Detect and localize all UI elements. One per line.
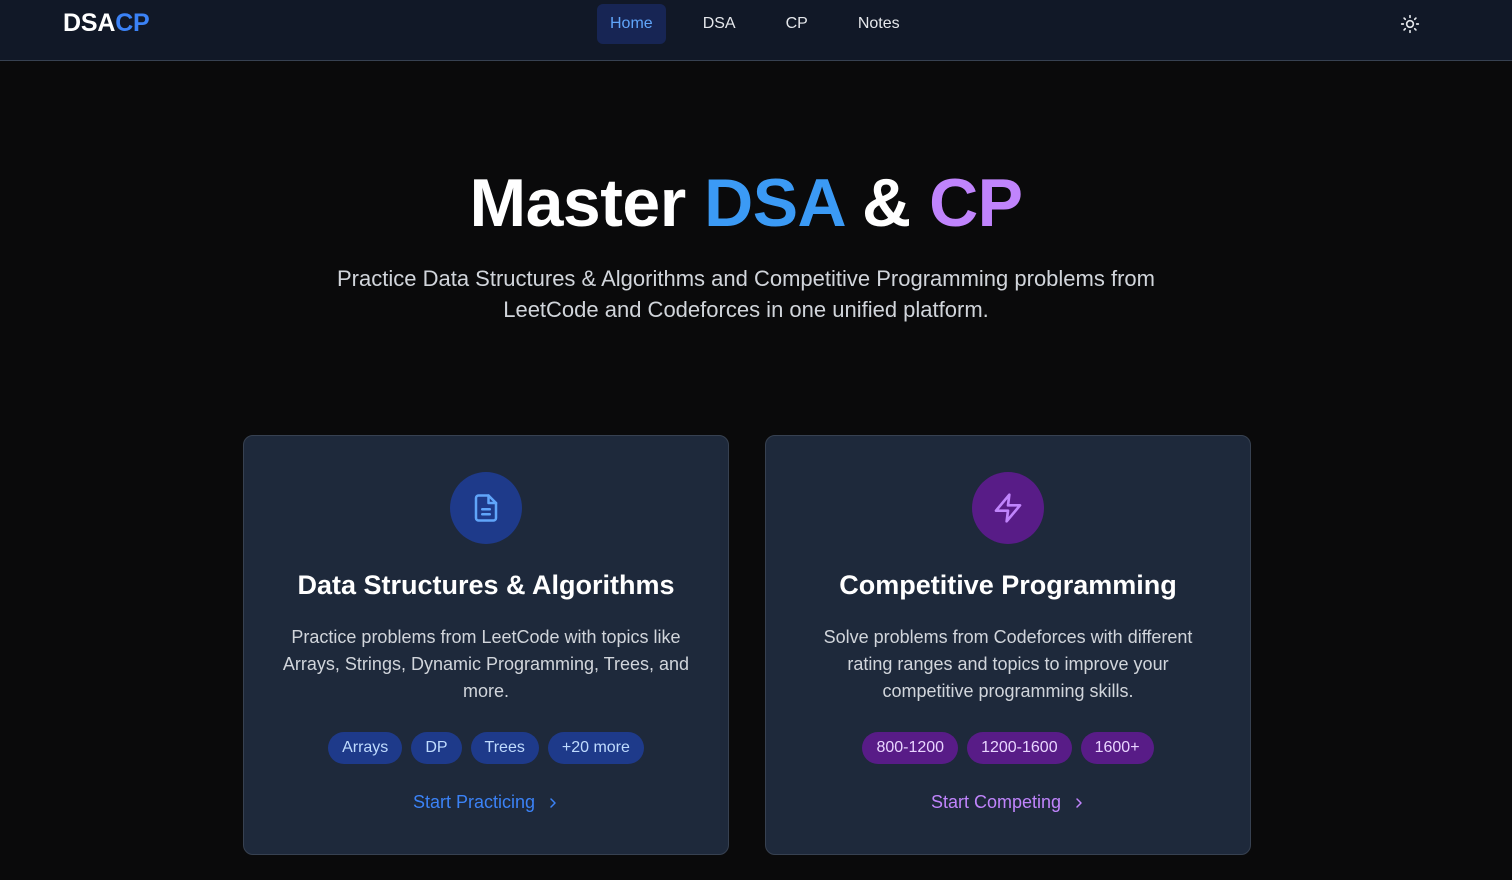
document-icon xyxy=(474,494,498,522)
dsa-card-description: Practice problems from LeetCode with top… xyxy=(276,624,696,705)
dsa-card[interactable]: Data Structures & Algorithms Practice pr… xyxy=(243,435,729,855)
start-competing-link[interactable]: Start Competing xyxy=(766,792,1250,813)
cp-rating-tags: 800-1200 1200-1600 1600+ xyxy=(766,732,1250,764)
nav-links: Home DSA CP Notes xyxy=(597,4,937,44)
hero-title-dsa: DSA xyxy=(704,165,844,241)
cp-card-description: Solve problems from Codeforces with diff… xyxy=(798,624,1218,705)
start-competing-label: Start Competing xyxy=(930,792,1062,812)
theme-toggle-button[interactable] xyxy=(1398,12,1422,36)
nav-dsa[interactable]: DSA xyxy=(690,4,749,44)
description-line: Practice problems from LeetCode with top… xyxy=(291,627,681,647)
description-line: competitive programming skills. xyxy=(882,681,1134,701)
dsa-card-icon-circle xyxy=(450,472,522,544)
dsa-topic-tags: Arrays DP Trees +20 more xyxy=(244,732,728,764)
hero-subtitle-line: Practice Data Structures & Algorithms an… xyxy=(337,266,1155,291)
start-practicing-label: Start Practicing xyxy=(412,792,536,812)
cp-card[interactable]: Competitive Programming Solve problems f… xyxy=(765,435,1251,855)
hero-subtitle-line: LeetCode and Codeforces in one unified p… xyxy=(503,297,989,322)
hero-title-amp: & xyxy=(862,165,911,241)
hero-title: Master DSA & CP xyxy=(0,163,1492,243)
tag-more: +20 more xyxy=(547,732,644,764)
hero-subtitle: Practice Data Structures & Algorithms an… xyxy=(0,263,1492,325)
lightning-icon xyxy=(994,493,1022,523)
navbar: DSACP Home DSA CP Notes xyxy=(0,0,1512,61)
logo-cp: CP xyxy=(115,9,150,37)
chevron-right-icon xyxy=(550,797,556,808)
dsa-card-title: Data Structures & Algorithms xyxy=(297,570,675,600)
nav-home[interactable]: Home xyxy=(597,4,666,44)
sun-icon xyxy=(1400,14,1420,34)
logo-dsa: DSA xyxy=(63,9,116,37)
start-practicing-link[interactable]: Start Practicing xyxy=(244,792,728,813)
cp-card-title: Competitive Programming xyxy=(839,570,1177,600)
tag-trees: Trees xyxy=(470,732,539,764)
nav-cp[interactable]: CP xyxy=(773,4,821,44)
tag-rating-1200-1600: 1200-1600 xyxy=(967,732,1072,764)
description-line: more. xyxy=(462,681,509,701)
tag-rating-800-1200: 800-1200 xyxy=(862,732,959,764)
description-line: Arrays, Strings, Dynamic Programming, Tr… xyxy=(282,654,690,674)
tag-dp: DP xyxy=(411,732,462,764)
description-line: Solve problems from Codeforces with diff… xyxy=(823,627,1193,647)
chevron-right-icon xyxy=(1076,797,1082,808)
hero-title-cp: CP xyxy=(929,165,1023,241)
hero-title-prefix: Master xyxy=(469,165,686,241)
description-line: rating ranges and topics to improve your xyxy=(847,654,1169,674)
logo[interactable]: DSACP xyxy=(63,9,150,38)
nav-notes[interactable]: Notes xyxy=(845,4,913,44)
tag-rating-1600-plus: 1600+ xyxy=(1080,732,1154,764)
tag-arrays: Arrays xyxy=(328,732,403,764)
cp-card-icon-circle xyxy=(972,472,1044,544)
